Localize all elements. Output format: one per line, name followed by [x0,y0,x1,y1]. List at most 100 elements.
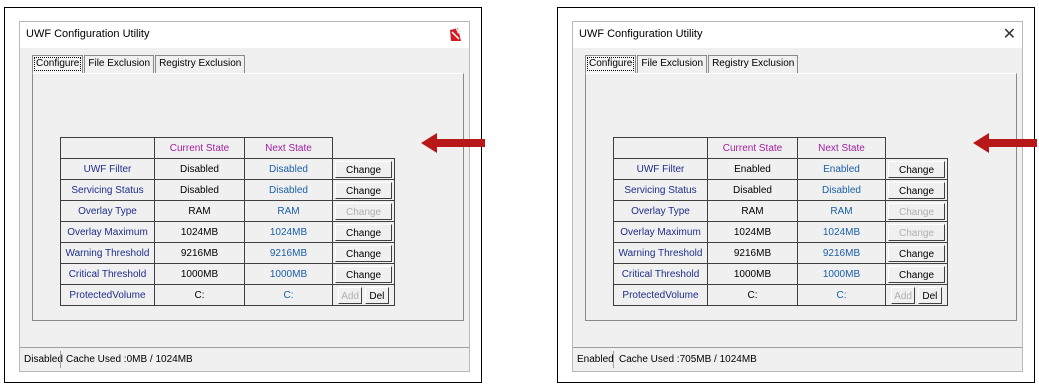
table-row: Servicing Status Disabled Disabled Chang… [60,179,395,201]
next-value: Enabled [797,158,886,180]
red-arrow-icon [421,133,485,153]
table-row: UWF Filter Enabled Enabled Change [613,158,948,180]
filter-state-status: Enabled [577,354,614,365]
header-action-empty [885,137,948,159]
change-button[interactable]: Change [888,202,945,220]
current-value: C: [707,284,798,306]
state-table: Current State Next State UWF Filter Disa… [60,137,395,306]
tab-strip: Configure File Exclusion Registry Exclus… [32,55,246,73]
change-button[interactable]: Change [335,202,392,220]
current-value: 1024MB [707,221,798,243]
change-button[interactable]: Change [335,223,392,241]
header-empty [60,137,155,159]
next-value: 9216MB [797,242,886,264]
next-value: Disabled [797,179,886,201]
cache-used-status: Cache Used :705MB / 1024MB [619,354,757,365]
next-value: C: [244,284,333,306]
row-label: Warning Threshold [60,242,155,264]
title-bar: UWF Configuration Utility ✕ [573,22,1022,48]
row-label: Overlay Maximum [613,221,708,243]
right-screenshot-panel: UWF Configuration Utility ✕ Configure Fi… [557,7,1035,383]
header-current-state: Current State [154,137,245,159]
del-button[interactable]: Del [364,286,389,304]
change-button[interactable]: Change [335,181,392,199]
current-value: 9216MB [154,242,245,264]
row-label: Overlay Type [60,200,155,222]
next-value: 1000MB [244,263,333,285]
current-value: Disabled [707,179,798,201]
table-row: ProtectedVolume C: C: Add Del [60,284,395,306]
tab-configure[interactable]: Configure [585,55,637,73]
row-label: Overlay Type [613,200,708,222]
tab-registry-exclusion[interactable]: Registry Exclusion [708,55,799,73]
row-label: ProtectedVolume [60,284,155,306]
table-row: Critical Threshold 1000MB 1000MB Change [60,263,395,285]
header-current-state: Current State [707,137,798,159]
table-row: Warning Threshold 9216MB 9216MB Change [60,242,395,264]
tab-file-exclusion[interactable]: File Exclusion [84,55,155,73]
close-icon[interactable]: ✕ [1003,24,1016,43]
status-bar: Disabled Cache Used :0MB / 1024MB [20,347,469,371]
row-label: UWF Filter [613,158,708,180]
change-button[interactable]: Change [335,265,392,283]
table-row: Overlay Type RAM RAM Change [60,200,395,222]
change-button[interactable]: Change [335,244,392,262]
table-row: Warning Threshold 9216MB 9216MB Change [613,242,948,264]
change-button[interactable]: Change [888,160,945,178]
next-value: RAM [244,200,333,222]
row-label: ProtectedVolume [613,284,708,306]
row-label: UWF Filter [60,158,155,180]
del-button[interactable]: Del [917,286,942,304]
table-row: Servicing Status Disabled Disabled Chang… [613,179,948,201]
change-button[interactable]: Change [888,223,945,241]
header-empty [613,137,708,159]
status-divider [613,351,614,368]
table-row: Overlay Type RAM RAM Change [613,200,948,222]
title-bar: UWF Configuration Utility [20,22,469,48]
table-row: Critical Threshold 1000MB 1000MB Change [613,263,948,285]
tab-content: Current State Next State UWF Filter Enab… [585,73,1017,321]
tab-strip: Configure File Exclusion Registry Exclus… [585,55,799,73]
red-close-icon[interactable] [449,27,462,42]
table-row: Overlay Maximum 1024MB 1024MB Change [613,221,948,243]
status-divider [60,351,61,368]
state-table: Current State Next State UWF Filter Enab… [613,137,948,306]
left-screenshot-panel: UWF Configuration Utility Configure File… [4,7,482,383]
next-value: 1000MB [797,263,886,285]
current-value: 1024MB [154,221,245,243]
header-action-empty [332,137,395,159]
current-value: 1000MB [154,263,245,285]
row-label: Critical Threshold [613,263,708,285]
current-value: RAM [154,200,245,222]
row-label: Servicing Status [60,179,155,201]
next-value: RAM [797,200,886,222]
row-label: Overlay Maximum [60,221,155,243]
header-next-state: Next State [797,137,886,159]
status-bar: Enabled Cache Used :705MB / 1024MB [573,347,1022,371]
next-value: Disabled [244,158,333,180]
change-button[interactable]: Change [888,244,945,262]
current-value: Disabled [154,158,245,180]
row-label: Servicing Status [613,179,708,201]
tab-content: Current State Next State UWF Filter Disa… [32,73,464,321]
tab-registry-exclusion[interactable]: Registry Exclusion [155,55,246,73]
header-next-state: Next State [244,137,333,159]
tab-configure[interactable]: Configure [32,55,84,73]
cache-used-status: Cache Used :0MB / 1024MB [66,354,193,365]
change-button[interactable]: Change [335,160,392,178]
add-button[interactable]: Add [338,286,363,304]
next-value: 9216MB [244,242,333,264]
change-button[interactable]: Change [888,181,945,199]
window-title: UWF Configuration Utility [26,28,150,40]
uwf-window-disabled: UWF Configuration Utility Configure File… [19,21,470,372]
table-row: ProtectedVolume C: C: Add Del [613,284,948,306]
current-value: Enabled [707,158,798,180]
change-button[interactable]: Change [888,265,945,283]
current-value: 1000MB [707,263,798,285]
add-button[interactable]: Add [891,286,916,304]
current-value: 9216MB [707,242,798,264]
row-label: Warning Threshold [613,242,708,264]
next-value: C: [797,284,886,306]
row-label: Critical Threshold [60,263,155,285]
tab-file-exclusion[interactable]: File Exclusion [637,55,708,73]
